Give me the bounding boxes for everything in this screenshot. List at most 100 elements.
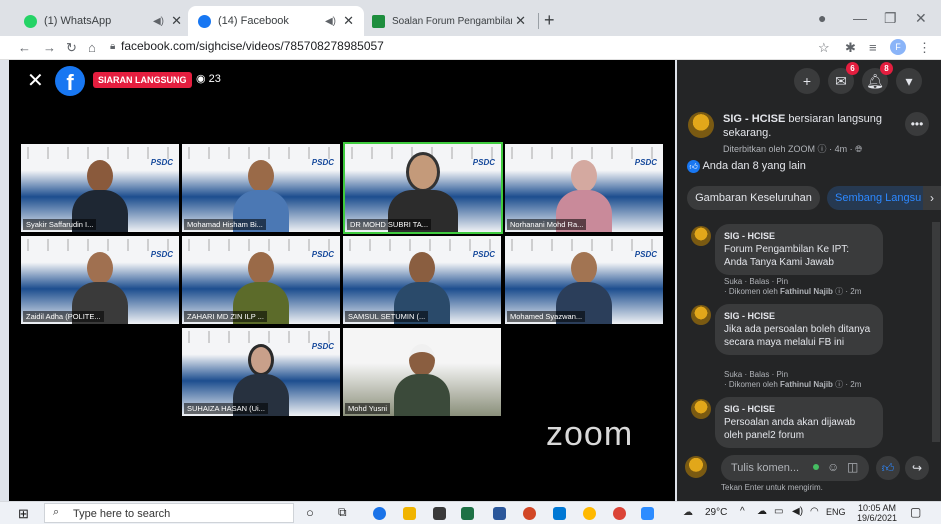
maximize-icon[interactable]: ❐ [884,10,897,27]
scroll-tabs-right-icon[interactable]: › [923,186,941,210]
like-button-icon[interactable]: 👍︎ [876,456,900,480]
close-tab-icon[interactable]: ✕ [515,13,526,29]
facebook-logo-icon[interactable]: f [55,66,85,96]
lock-icon[interactable]: 🔒︎ [110,41,115,52]
close-tab-icon[interactable]: ✕ [171,13,182,29]
comment-by[interactable]: Fathinul Najib [780,287,833,296]
minimize-icon[interactable]: — [853,10,867,26]
reaction-summary[interactable]: 👍︎ Anda dan 8 yang lain [687,160,806,173]
create-icon[interactable]: + [794,68,820,94]
like-reaction-icon: 👍︎ [687,160,700,173]
extensions-icon[interactable]: ✱ [845,40,856,56]
participant-name: SAMSUL SETUMIN (... [345,311,429,322]
comment-avatar[interactable] [691,226,711,246]
zoom-app-icon[interactable] [641,507,654,520]
profile-avatar[interactable]: F [890,39,906,55]
tab-whatsapp[interactable]: (1) WhatsApp ◀) ✕ [14,6,192,36]
comment-actions[interactable]: Suka · Balas · Pin [724,277,861,287]
participant-tile-active-speaker: PSDC DR MOHD SUBRI TA... [343,142,503,234]
profile-menu-icon[interactable]: ● [818,10,826,26]
notification-center-icon[interactable]: ▢ [910,505,921,519]
page-avatar[interactable] [688,112,714,138]
globe-icon: 🌐︎ [855,144,863,154]
weather-temp[interactable]: 29°C [705,507,727,518]
share-icon[interactable]: ↪ [905,456,929,480]
app-icon[interactable] [583,507,596,520]
bookmark-star-icon[interactable]: ☆ [818,40,830,56]
comment-by[interactable]: Fathinul Najib [780,380,833,389]
cortana-icon[interactable]: ○ [306,505,314,520]
search-placeholder: Type here to search [73,508,171,520]
language-indicator[interactable]: ENG [826,507,846,517]
onedrive-icon[interactable]: ☁ [757,506,767,517]
home-icon[interactable]: ⌂ [88,40,96,55]
post-options-icon[interactable]: ••• [905,112,929,136]
audio-icon[interactable]: ◀) [325,16,336,27]
post-time[interactable]: 4m [835,144,848,154]
sticker-icon[interactable]: ◫ [847,460,858,474]
windows-start-icon[interactable]: ⊞ [18,506,29,522]
facebook-header-actions: + ✉ 6 🔔︎ 8 ▾ [677,60,941,100]
emoji-icon[interactable]: ☺ [827,460,839,474]
comment-input[interactable]: Tulis komen... ☺ ◫ [721,455,869,481]
reading-list-icon[interactable]: ≡ [869,40,877,55]
forward-icon[interactable]: → [43,40,56,55]
eye-icon: ◉ [196,73,206,85]
tray-expand-icon[interactable]: ^ [740,506,745,517]
task-view-icon[interactable]: ⧉ [338,505,347,520]
psdc-logo: PSDC [150,158,173,167]
comment-avatar[interactable] [691,305,711,325]
back-icon[interactable]: ← [18,40,31,55]
messenger-icon[interactable]: ✉ 6 [828,62,859,94]
excel-icon[interactable] [461,507,474,520]
page-name[interactable]: SIG - HCISE [723,113,785,125]
browser-menu-icon[interactable]: ⋮ [918,40,931,56]
live-video-player[interactable]: ✕ f SIARAN LANGSUNG ◉ 23 PSDC Syakir Saf… [9,60,675,501]
chat-scrollbar[interactable] [932,222,940,442]
tab-google-form[interactable]: Soalan Forum Pengambilan ke IP ✕ [362,6,536,36]
reload-icon[interactable]: ↻ [66,40,77,56]
comment-actions[interactable]: Suka · Balas · Pin [724,370,861,380]
browser-tab-strip: (1) WhatsApp ◀) ✕ (14) Facebook ◀) ✕ Soa… [0,0,941,36]
live-chat-sidebar: + ✉ 6 🔔︎ 8 ▾ SIG - HCISE bersiaran langsun… [677,60,941,501]
wifi-icon[interactable]: ◠ [810,506,819,517]
comment-author[interactable]: SIG - HCISE [724,230,874,243]
comment: SIG - HCISE Persoalan anda akan dijawab … [715,397,883,448]
mail-icon[interactable] [553,507,566,520]
close-tab-icon[interactable]: ✕ [343,13,354,29]
comment-avatar[interactable] [691,399,711,419]
info-icon: ⓘ [817,144,827,154]
battery-icon[interactable]: ▭ [774,506,783,517]
tab-facebook[interactable]: (14) Facebook ◀) ✕ [188,6,364,36]
edge-icon[interactable] [373,507,386,520]
zoom-watermark: zoom [546,415,634,453]
chrome-icon[interactable] [613,507,626,520]
new-tab-icon[interactable]: + [544,10,555,31]
mute-icon[interactable]: ◀) [153,16,164,27]
word-icon[interactable] [493,507,506,520]
comment-author[interactable]: SIG - HCISE [724,310,874,323]
volume-icon[interactable]: ◀) [792,506,803,517]
file-explorer-icon[interactable] [403,507,416,520]
store-icon[interactable] [433,507,446,520]
weather-icon[interactable]: ☁ [683,507,693,518]
commented-by-label: · Dikomen oleh [724,287,778,296]
enter-hint: Tekan Enter untuk mengirim. [721,483,823,492]
taskbar-search-box[interactable]: ⌕ Type here to search [44,503,294,523]
account-menu-icon[interactable]: ▾ [896,68,922,94]
window-close-icon[interactable]: ✕ [915,10,927,27]
tab-overview[interactable]: Gambaran Keseluruhan [687,186,820,210]
address-bar[interactable]: facebook.com/sighcise/videos/78570827898… [121,39,384,53]
my-avatar[interactable] [685,456,707,478]
participant-tile: Mohd Yusni [343,328,501,416]
tab-live-chat[interactable]: Sembang Langsu [827,186,923,210]
comment-author[interactable]: SIG - HCISE [724,403,874,416]
commented-by-label: · Dikomen oleh [724,380,778,389]
clock[interactable]: 10:05 AM 19/6/2021 [853,503,901,523]
close-video-icon[interactable]: ✕ [27,68,44,93]
notifications-icon[interactable]: 🔔︎ 8 [862,62,893,94]
post-meta: Diterbitkan oleh ZOOM ⓘ · 4m · 🌐︎ [723,144,863,154]
comment-text: Forum Pengambilan Ke IPT: Anda Tanya Kam… [724,244,850,268]
powerpoint-icon[interactable] [523,507,536,520]
psdc-logo: PSDC [634,250,657,259]
